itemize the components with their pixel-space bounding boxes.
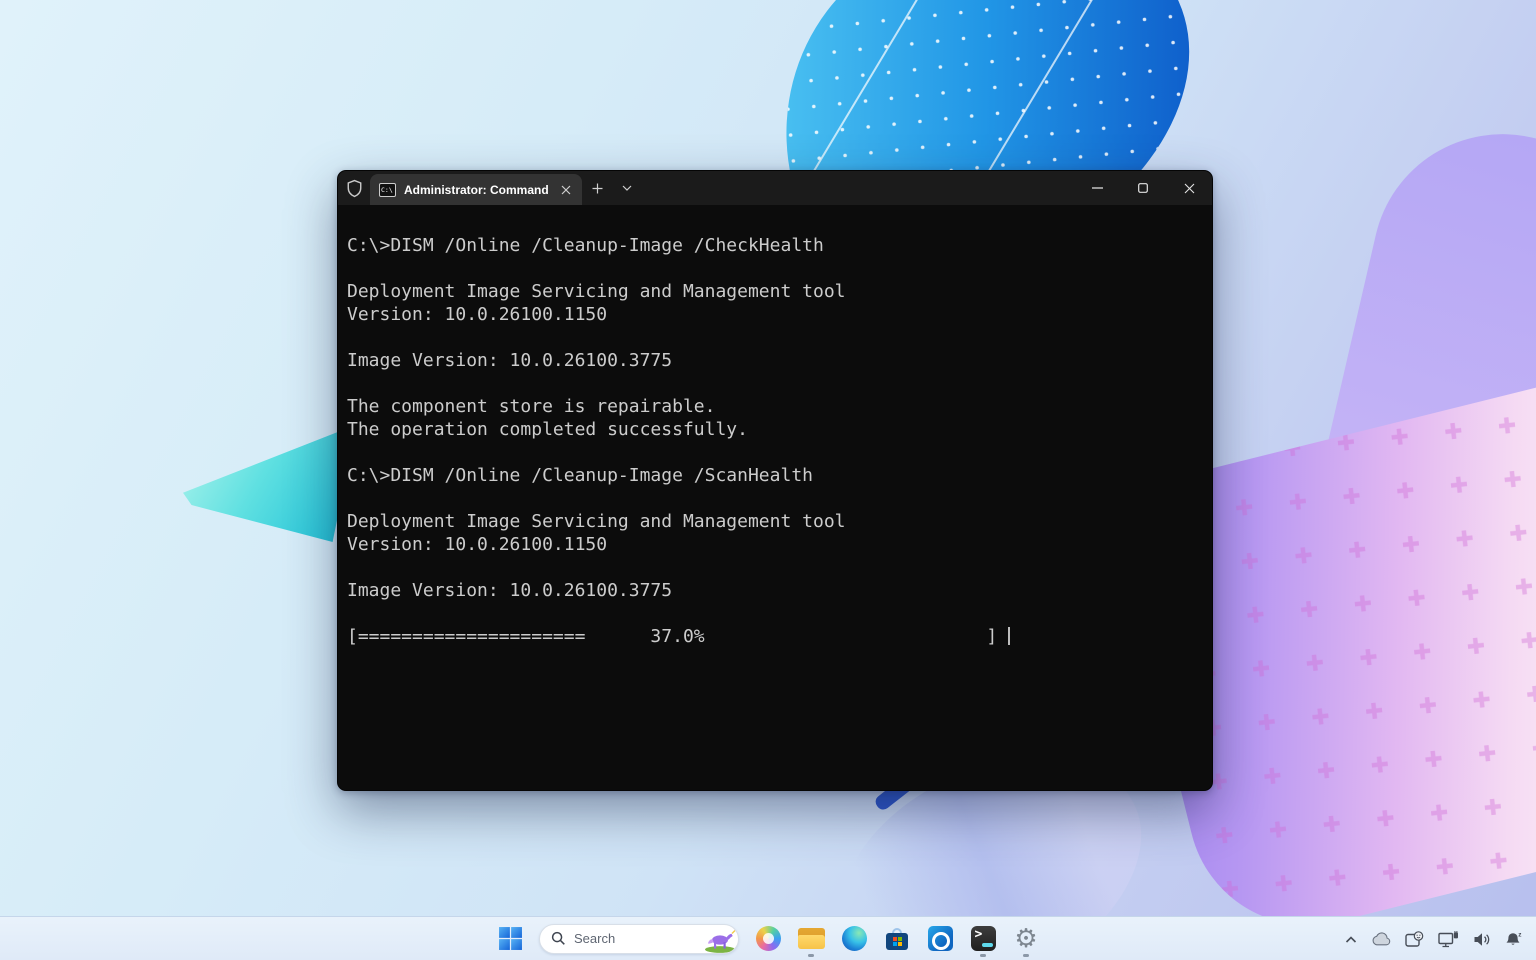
- wallpaper-cyan-ribbon: [183, 430, 353, 542]
- tab-title: Administrator: Command Pro: [404, 183, 549, 197]
- window-titlebar[interactable]: C:\ Administrator: Command Pro: [338, 171, 1212, 205]
- maximize-button[interactable]: [1120, 171, 1166, 205]
- terminal-icon: >: [971, 926, 996, 951]
- desktop: C:\ Administrator: Command Pro: [0, 0, 1536, 960]
- tray-smiley-square-icon[interactable]: [1399, 921, 1430, 957]
- microsoft-store-icon: [886, 928, 908, 950]
- minimize-button[interactable]: [1074, 171, 1120, 205]
- admin-shield-icon: [338, 171, 370, 205]
- ethernet-network-icon[interactable]: [1432, 921, 1465, 957]
- tray-chevron-up-icon[interactable]: [1339, 921, 1363, 957]
- new-tab-button[interactable]: [582, 171, 612, 205]
- close-window-button[interactable]: [1166, 171, 1212, 205]
- cmd-icon: C:\: [379, 183, 396, 197]
- onedrive-cloud-icon[interactable]: [1365, 921, 1397, 957]
- copilot-button[interactable]: [748, 919, 788, 959]
- terminal-output: C:\>DISM /Online /Cleanup-Image /CheckHe…: [347, 235, 1008, 647]
- start-icon: [498, 926, 523, 951]
- search-input[interactable]: [574, 931, 694, 946]
- system-tray: z: [1339, 917, 1530, 960]
- tab-admin-command-prompt[interactable]: C:\ Administrator: Command Pro: [370, 174, 582, 205]
- tab-dropdown-button[interactable]: [612, 171, 642, 205]
- search-highlight-unicorn-icon[interactable]: [702, 925, 738, 953]
- taskbar-center-group: > ⚙: [490, 917, 1046, 960]
- microsoft-store-button[interactable]: [877, 919, 917, 959]
- terminal-button[interactable]: >: [963, 919, 1003, 959]
- edge-icon: [842, 926, 867, 951]
- terminal-window: C:\ Administrator: Command Pro: [337, 170, 1213, 791]
- taskbar-search[interactable]: [539, 924, 739, 954]
- search-icon: [551, 931, 566, 946]
- file-explorer-button[interactable]: [791, 919, 831, 959]
- settings-gear-icon: ⚙: [1014, 926, 1037, 952]
- outlook-icon: [928, 926, 953, 951]
- volume-icon[interactable]: [1467, 921, 1497, 957]
- taskbar: > ⚙: [0, 916, 1536, 960]
- tab-close-icon[interactable]: [557, 181, 575, 199]
- copilot-icon: [756, 926, 781, 951]
- terminal-output-area[interactable]: C:\>DISM /Online /Cleanup-Image /CheckHe…: [338, 205, 1212, 791]
- file-explorer-icon: [798, 928, 825, 949]
- settings-button[interactable]: ⚙: [1006, 919, 1046, 959]
- svg-text:z: z: [1518, 931, 1522, 938]
- running-indicator: [980, 954, 986, 957]
- running-indicator: [808, 954, 814, 957]
- titlebar-drag-area[interactable]: [642, 171, 1074, 205]
- outlook-button[interactable]: [920, 919, 960, 959]
- terminal-cursor: [1008, 627, 1010, 645]
- running-indicator: [1023, 954, 1029, 957]
- do-not-disturb-bell-icon[interactable]: z: [1499, 921, 1530, 957]
- edge-button[interactable]: [834, 919, 874, 959]
- start-button[interactable]: [490, 919, 530, 959]
